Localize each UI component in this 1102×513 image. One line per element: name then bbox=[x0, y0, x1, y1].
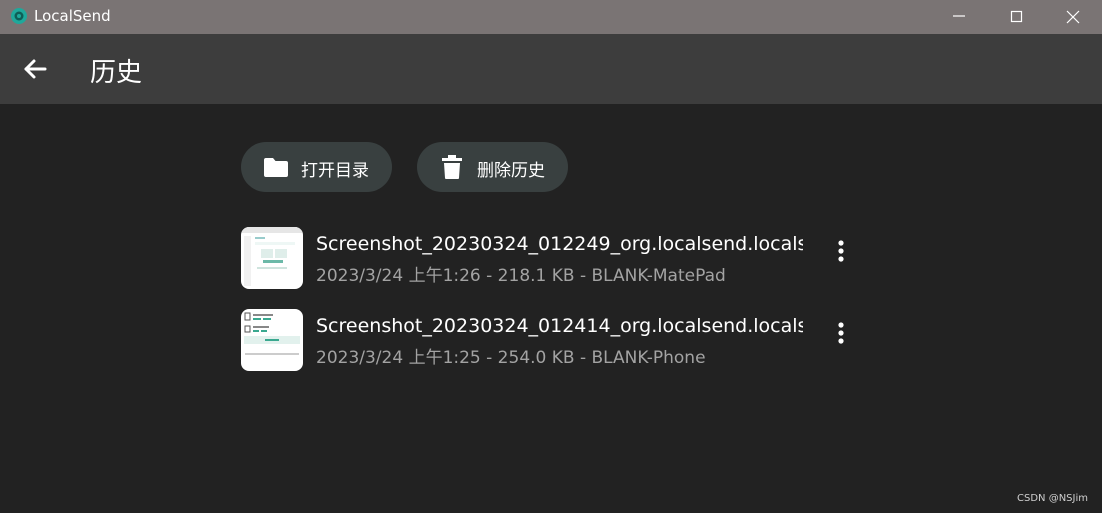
more-vert-icon bbox=[838, 322, 844, 344]
page-title: 历史 bbox=[90, 58, 143, 88]
window-title: LocalSend bbox=[34, 7, 111, 25]
minimize-icon bbox=[953, 15, 965, 17]
history-item[interactable]: Screenshot_20230324_012249_org.localsend… bbox=[241, 227, 851, 289]
localsend-logo-icon bbox=[11, 8, 27, 24]
open-folder-label: 打开目录 bbox=[301, 161, 369, 181]
open-folder-button[interactable]: 打开目录 bbox=[241, 142, 392, 192]
arrow-left-icon bbox=[24, 59, 47, 79]
file-thumbnail bbox=[241, 309, 303, 371]
delete-history-button[interactable]: 删除历史 bbox=[417, 142, 568, 192]
maximize-button[interactable] bbox=[988, 0, 1046, 34]
app-bar: 历史 bbox=[0, 34, 1102, 104]
folder-icon bbox=[264, 158, 288, 177]
delete-history-label: 删除历史 bbox=[477, 161, 545, 181]
file-meta: 2023/3/24 上午1:26 - 218.1 KB - BLANK-Mate… bbox=[316, 266, 726, 286]
more-vert-icon bbox=[838, 240, 844, 262]
minimize-button[interactable] bbox=[930, 0, 988, 34]
file-meta: 2023/3/24 上午1:25 - 254.0 KB - BLANK-Phon… bbox=[316, 348, 706, 368]
trash-icon bbox=[442, 155, 462, 179]
window-titlebar: LocalSend bbox=[0, 0, 1102, 34]
watermark: CSDN @NSJim bbox=[1017, 493, 1088, 504]
file-thumbnail bbox=[241, 227, 303, 289]
file-name: Screenshot_20230324_012414_org.localsend… bbox=[316, 315, 803, 337]
close-window-button[interactable] bbox=[1044, 0, 1102, 34]
more-options-button[interactable] bbox=[829, 321, 853, 345]
history-item[interactable]: Screenshot_20230324_012414_org.localsend… bbox=[241, 309, 851, 371]
back-button[interactable] bbox=[18, 52, 52, 86]
file-name: Screenshot_20230324_012249_org.localsend… bbox=[316, 233, 803, 255]
more-options-button[interactable] bbox=[829, 239, 853, 263]
maximize-icon bbox=[1010, 10, 1023, 23]
close-icon bbox=[1066, 10, 1080, 24]
